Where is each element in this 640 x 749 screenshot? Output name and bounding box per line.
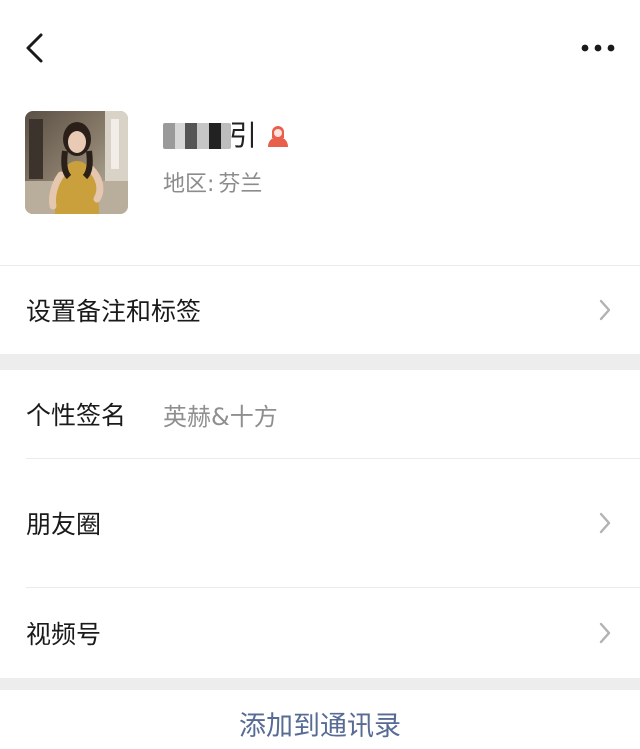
section-separator <box>0 678 640 690</box>
signature-row: 个性签名 英赫&十方 <box>0 370 640 458</box>
more-dots-icon <box>581 44 615 52</box>
avatar[interactable] <box>25 111 128 214</box>
profile-header: 引 地区: 芬兰 <box>0 96 640 264</box>
moments-row[interactable]: 朋友圈 <box>0 459 640 587</box>
remark-tags-row[interactable]: 设置备注和标签 <box>0 266 640 354</box>
blurred-nickname <box>163 123 231 149</box>
signature-label: 个性签名 <box>26 401 127 430</box>
remark-tags-label: 设置备注和标签 <box>26 297 202 326</box>
name-row: 引 <box>163 118 291 154</box>
signature-value: 英赫&十方 <box>163 402 278 431</box>
chevron-right-icon <box>599 299 611 321</box>
back-button[interactable] <box>14 28 54 68</box>
top-bar <box>0 0 640 96</box>
moments-label: 朋友圈 <box>26 510 102 539</box>
chevron-right-icon <box>599 622 611 644</box>
nickname-tail: 引 <box>229 119 258 152</box>
add-to-contacts-button[interactable]: 添加到通讯录 <box>0 705 640 749</box>
more-button[interactable] <box>576 28 620 68</box>
channels-row[interactable]: 视频号 <box>0 588 640 678</box>
contact-profile-page: 引 地区: 芬兰 设置备注和标签 个性签名 英赫&十方 朋友圈 视频号 添加到通… <box>0 0 640 749</box>
region-value: 芬兰 <box>218 172 263 197</box>
region-label: 地区: <box>163 172 215 197</box>
channels-label: 视频号 <box>26 620 102 649</box>
female-icon <box>268 126 289 147</box>
section-separator <box>0 354 640 370</box>
chevron-right-icon <box>599 512 611 534</box>
chevron-left-icon <box>26 33 43 63</box>
region-line: 地区: 芬兰 <box>163 166 262 198</box>
